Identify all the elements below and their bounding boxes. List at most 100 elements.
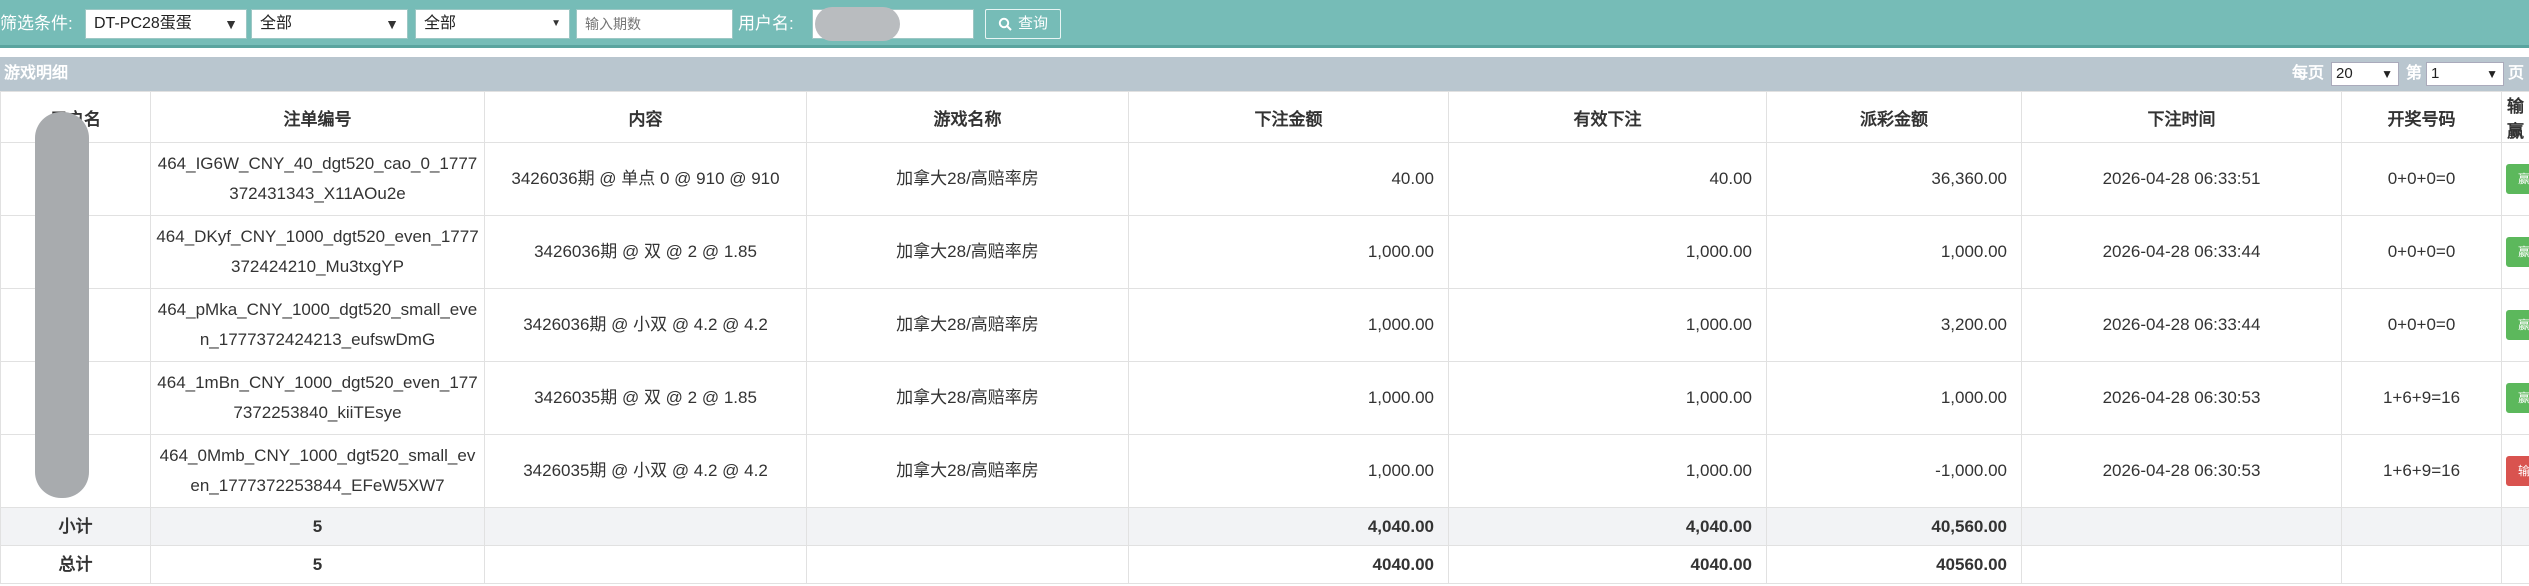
cell-valid-bet: 1,000.00 (1448, 215, 1767, 289)
search-icon (998, 17, 1012, 31)
subtotal-count: 5 (150, 507, 485, 546)
total-payout: 40560.00 (1766, 545, 2022, 584)
cell-bet: 1,000.00 (1128, 434, 1449, 508)
empty-cell (2501, 507, 2529, 546)
empty-cell (2501, 545, 2529, 584)
column-header[interactable]: 输赢 (2501, 91, 2529, 143)
empty-cell (806, 545, 1129, 584)
cell-order-id: 464_DKyf_CNY_1000_dgt520_even_1777372424… (150, 215, 485, 289)
period-input[interactable] (576, 9, 733, 39)
column-header[interactable]: 游戏名称 (806, 91, 1129, 143)
cell-game: 加拿大28/高赔率房 (806, 215, 1129, 289)
cell-game: 加拿大28/高赔率房 (806, 288, 1129, 362)
redaction-mark (35, 112, 89, 498)
cell-content: 3426035期 @ 双 @ 2 @ 1.85 (484, 361, 807, 435)
cell-result: 赢 (2501, 288, 2529, 362)
cell-bet: 1,000.00 (1128, 288, 1449, 362)
page-suffix: 页 (2508, 65, 2525, 82)
username-label: 用户名: (738, 14, 794, 33)
total-valid-bet: 4040.00 (1448, 545, 1767, 584)
cell-order-id: 464_pMka_CNY_1000_dgt520_small_even_1777… (150, 288, 485, 362)
query-button[interactable]: 查询 (985, 9, 1062, 39)
empty-cell (2341, 507, 2502, 546)
table-row[interactable]: 0 464_IG6W_CNY_40_dgt520_cao_0_177737243… (0, 142, 2529, 216)
empty-cell (2341, 545, 2502, 584)
cell-content: 3426035期 @ 小双 @ 4.2 @ 4.2 (484, 434, 807, 508)
win-badge[interactable]: 赢 (2506, 383, 2529, 414)
cell-payout: 3,200.00 (1766, 288, 2022, 362)
cell-draw-number: 0+0+0=0 (2341, 215, 2502, 289)
game-select[interactable]: DT-PC28蛋蛋 ▼ (85, 9, 247, 39)
chevron-down-icon: ▼ (551, 18, 561, 29)
total-label: 总计 (0, 545, 151, 584)
chevron-down-icon: ▼ (224, 16, 238, 32)
table-row[interactable]: 0 464_0Mmb_CNY_1000_dgt520_small_even_17… (0, 434, 2529, 508)
cell-game: 加拿大28/高赔率房 (806, 434, 1129, 508)
column-header[interactable]: 下注时间 (2021, 91, 2342, 143)
cell-order-id: 464_1mBn_CNY_1000_dgt520_even_1777372253… (150, 361, 485, 435)
table-row[interactable]: 0 464_1mBn_CNY_1000_dgt520_even_17773722… (0, 361, 2529, 435)
cell-valid-bet: 1,000.00 (1448, 434, 1767, 508)
status-select-value: 全部 (424, 15, 457, 32)
cell-bet-time: 2026-04-28 06:33:44 (2021, 288, 2342, 362)
empty-cell (2021, 507, 2342, 546)
total-row: 总计 5 4040.00 4040.00 40560.00 (0, 545, 2529, 584)
table-row[interactable]: 0 464_pMka_CNY_1000_dgt520_small_even_17… (0, 288, 2529, 362)
query-button-label: 查询 (1018, 15, 1049, 32)
empty-cell (2021, 545, 2342, 584)
cell-result: 赢 (2501, 215, 2529, 289)
per-page-label: 每页 (2292, 65, 2325, 82)
table-row[interactable]: 0 464_DKyf_CNY_1000_dgt520_even_17773724… (0, 215, 2529, 289)
page-prefix: 第 (2406, 65, 2423, 82)
chevron-down-icon: ▼ (2381, 67, 2393, 81)
subtotal-valid-bet: 4,040.00 (1448, 507, 1767, 546)
empty-cell (484, 507, 807, 546)
cell-payout: 1,000.00 (1766, 361, 2022, 435)
cell-content: 3426036期 @ 小双 @ 4.2 @ 4.2 (484, 288, 807, 362)
cell-content: 3426036期 @ 单点 0 @ 910 @ 910 (484, 142, 807, 216)
total-bet: 4040.00 (1128, 545, 1449, 584)
cell-result: 赢 (2501, 142, 2529, 216)
chevron-down-icon: ▼ (2486, 67, 2498, 81)
win-badge[interactable]: 赢 (2506, 310, 2529, 341)
cell-draw-number: 1+6+9=16 (2341, 434, 2502, 508)
cell-draw-number: 1+6+9=16 (2341, 361, 2502, 435)
cell-bet: 1,000.00 (1128, 215, 1449, 289)
type-select-value: 全部 (260, 15, 293, 32)
panel-title-bar: 游戏明细 每页 20 ▼ 第 1 ▼ 页 (0, 57, 2529, 91)
cell-payout: 36,360.00 (1766, 142, 2022, 216)
type-select[interactable]: 全部 ▼ (251, 9, 408, 39)
per-page-select[interactable]: 20 ▼ (2331, 62, 2399, 86)
game-detail-table: 用户名 注单编号 内容 游戏名称 下注金额 有效下注 派彩金额 下注时间 开奖号… (0, 91, 2529, 584)
cell-draw-number: 0+0+0=0 (2341, 288, 2502, 362)
cell-result: 输 (2501, 434, 2529, 508)
win-badge[interactable]: 赢 (2506, 237, 2529, 268)
win-badge[interactable]: 赢 (2506, 164, 2529, 195)
cell-order-id: 464_IG6W_CNY_40_dgt520_cao_0_17773724313… (150, 142, 485, 216)
column-header[interactable]: 派彩金额 (1766, 91, 2022, 143)
per-page-value: 20 (2336, 65, 2353, 82)
table-header-row: 用户名 注单编号 内容 游戏名称 下注金额 有效下注 派彩金额 下注时间 开奖号… (0, 91, 2529, 143)
column-header[interactable]: 有效下注 (1448, 91, 1767, 143)
status-select[interactable]: 全部 ▼ (415, 9, 570, 39)
subtotal-bet: 4,040.00 (1128, 507, 1449, 546)
cell-bet-time: 2026-04-28 06:33:51 (2021, 142, 2342, 216)
cell-bet-time: 2026-04-28 06:30:53 (2021, 361, 2342, 435)
cell-payout: 1,000.00 (1766, 215, 2022, 289)
cell-game: 加拿大28/高赔率房 (806, 142, 1129, 216)
filter-label: 筛选条件: (0, 14, 73, 33)
column-header[interactable]: 下注金额 (1128, 91, 1449, 143)
cell-valid-bet: 1,000.00 (1448, 361, 1767, 435)
page-select[interactable]: 1 ▼ (2426, 62, 2504, 86)
chevron-down-icon: ▼ (385, 16, 399, 32)
empty-cell (806, 507, 1129, 546)
subtotal-payout: 40,560.00 (1766, 507, 2022, 546)
subtotal-row: 小计 5 4,040.00 4,040.00 40,560.00 (0, 507, 2529, 546)
column-header[interactable]: 开奖号码 (2341, 91, 2502, 143)
game-select-value: DT-PC28蛋蛋 (94, 15, 192, 32)
panel-title: 游戏明细 (4, 65, 69, 82)
cell-game: 加拿大28/高赔率房 (806, 361, 1129, 435)
column-header[interactable]: 注单编号 (150, 91, 485, 143)
lose-badge[interactable]: 输 (2506, 456, 2529, 487)
column-header[interactable]: 内容 (484, 91, 807, 143)
